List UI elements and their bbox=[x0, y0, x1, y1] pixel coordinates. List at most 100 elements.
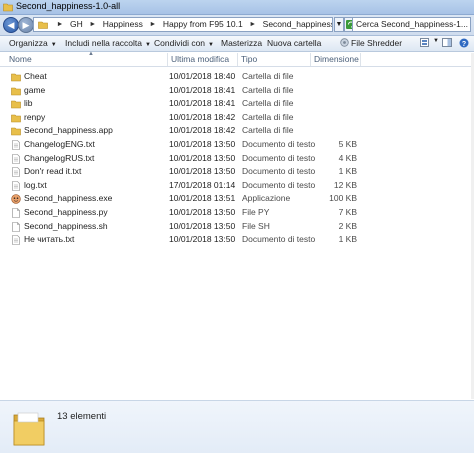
file-size: 12 KB bbox=[333, 179, 357, 190]
chevron-down-icon: ▼ bbox=[145, 42, 151, 48]
file-row[interactable]: Don'r read it.txt 10/01/2018 13:50 Docum… bbox=[0, 165, 474, 179]
breadcrumb-item[interactable]: Second_happiness-1.0-all bbox=[263, 18, 332, 31]
file-row[interactable]: lib 10/01/2018 18:41 Cartella di file bbox=[0, 97, 474, 111]
file-name: Не читать.txt bbox=[24, 234, 75, 245]
folder-icon bbox=[11, 100, 21, 109]
help-icon: ? bbox=[459, 38, 469, 48]
generic-file-icon bbox=[12, 208, 20, 218]
window-title: Second_happiness-1.0-all bbox=[16, 1, 121, 11]
back-button[interactable]: ◀ bbox=[3, 17, 19, 33]
file-row[interactable]: Cheat 10/01/2018 18:40 Cartella di file bbox=[0, 70, 474, 84]
file-date: 10/01/2018 18:42 bbox=[169, 125, 236, 136]
command-bar: Organizza ▼ Includi nella raccolta ▼ Condi… bbox=[0, 36, 474, 52]
file-date: 10/01/2018 18:40 bbox=[169, 71, 236, 81]
file-size: 1 KB bbox=[338, 234, 357, 245]
column-header-size[interactable]: Dimensione bbox=[311, 53, 361, 66]
folder-icon bbox=[13, 412, 45, 446]
file-row[interactable]: Не читать.txt 10/01/2018 13:50 Documento… bbox=[0, 233, 474, 247]
file-name: Second_happiness.py bbox=[24, 207, 108, 217]
file-size: 1 KB bbox=[338, 166, 357, 177]
file-row[interactable]: log.txt 17/01/2018 01:14 Documento di te… bbox=[0, 179, 474, 193]
search-input[interactable]: Cerca Second_happiness-1... bbox=[352, 17, 471, 32]
file-date: 10/01/2018 13:50 bbox=[169, 152, 236, 163]
file-row[interactable]: ChangelogRUS.txt 10/01/2018 13:50 Docume… bbox=[0, 152, 474, 166]
column-header-date-label: Ultima modifica bbox=[171, 54, 230, 64]
text-file-icon bbox=[12, 140, 20, 150]
file-date: 10/01/2018 13:51 bbox=[169, 193, 236, 204]
folder-icon bbox=[38, 21, 48, 29]
view-icon bbox=[420, 38, 429, 47]
forward-button[interactable]: ▶ bbox=[18, 17, 34, 33]
chevron-down-icon: ▼ bbox=[50, 42, 57, 48]
chevron-right-icon[interactable]: ► bbox=[149, 18, 156, 31]
breadcrumb[interactable]: ► GH ► Happiness ► Happy from F95 10.1 ►… bbox=[33, 17, 333, 32]
file-type: Documento di testo bbox=[242, 152, 316, 163]
file-type: Documento di testo bbox=[242, 166, 316, 177]
change-view-button[interactable] bbox=[420, 38, 431, 50]
breadcrumb-item[interactable]: GH bbox=[70, 18, 83, 31]
new-folder-label: Nuova cartella bbox=[267, 38, 322, 48]
burn-button[interactable]: Masterizza bbox=[221, 38, 262, 48]
breadcrumb-item[interactable]: Happiness bbox=[103, 18, 143, 31]
file-name: lib bbox=[24, 98, 33, 109]
file-row[interactable]: Second_happiness.py 10/01/2018 13:50 Fil… bbox=[0, 206, 474, 220]
include-in-library-button[interactable]: Includi nella raccolta ▼ bbox=[65, 38, 151, 48]
column-header-size-label: Dimensione bbox=[314, 54, 359, 64]
folder-icon bbox=[3, 3, 13, 12]
file-size: 7 KB bbox=[338, 207, 357, 217]
folder-icon bbox=[11, 73, 21, 82]
file-date: 10/01/2018 13:50 bbox=[169, 220, 236, 231]
preview-pane-button[interactable] bbox=[442, 38, 452, 50]
view-options-dropdown[interactable]: ▼ bbox=[433, 38, 439, 44]
chevron-right-icon[interactable]: ► bbox=[89, 18, 96, 31]
folder-icon bbox=[11, 87, 21, 95]
shredder-label: File Shredder bbox=[351, 38, 403, 48]
svg-text:?: ? bbox=[462, 41, 466, 48]
text-file-icon bbox=[12, 235, 20, 245]
file-type: Applicazione bbox=[242, 193, 291, 204]
file-size: 2 KB bbox=[338, 220, 357, 231]
file-row[interactable]: Second_happiness.sh 10/01/2018 13:50 Fil… bbox=[0, 220, 474, 234]
file-row[interactable]: renpy 10/01/2018 18:42 Cartella di file bbox=[0, 111, 474, 125]
file-type: File PY bbox=[242, 207, 270, 217]
file-name: log.txt bbox=[24, 179, 47, 190]
file-row[interactable]: Second_happiness.app 10/01/2018 18:42 Ca… bbox=[0, 124, 474, 138]
file-type: Cartella di file bbox=[242, 98, 294, 109]
file-date: 10/01/2018 18:42 bbox=[169, 111, 236, 122]
file-size: 4 KB bbox=[338, 152, 357, 163]
file-type: Cartella di file bbox=[242, 125, 294, 136]
file-date: 10/01/2018 13:50 bbox=[169, 234, 236, 245]
burn-label: Masterizza bbox=[221, 38, 263, 48]
file-row[interactable]: Second_happiness.exe 10/01/2018 13:51 Ap… bbox=[0, 192, 474, 206]
folder-icon bbox=[11, 114, 21, 123]
column-header-name[interactable]: Nome ▲ bbox=[6, 51, 168, 66]
file-name: Second_happiness.exe bbox=[24, 193, 113, 204]
preview-pane-icon bbox=[442, 38, 452, 47]
chevron-down-icon: ▼ bbox=[433, 38, 439, 44]
file-row[interactable]: ChangelogENG.txt 10/01/2018 13:50 Docume… bbox=[0, 138, 474, 152]
breadcrumb-item[interactable]: Happy from F95 10.1 bbox=[163, 18, 243, 31]
column-header-type[interactable]: Tipo bbox=[238, 53, 311, 66]
chevron-right-icon[interactable]: ► bbox=[249, 18, 256, 31]
column-header-type-label: Tipo bbox=[241, 54, 258, 64]
text-file-icon bbox=[12, 153, 20, 164]
share-with-button[interactable]: Condividi con ▼ bbox=[154, 38, 214, 48]
file-name: game bbox=[24, 84, 46, 95]
organize-button[interactable]: Organizza ▼ bbox=[9, 38, 57, 48]
file-type: Documento di testo bbox=[242, 139, 316, 149]
column-header-row: Nome ▲ Ultima modifica Tipo Dimensione bbox=[0, 51, 474, 67]
file-shredder-button[interactable]: File Shredder bbox=[340, 38, 402, 48]
file-name: renpy bbox=[24, 111, 46, 122]
organize-label: Organizza bbox=[9, 38, 48, 48]
file-type: Documento di testo bbox=[242, 234, 316, 245]
file-name: ChangelogENG.txt bbox=[24, 139, 95, 149]
history-dropdown-button[interactable]: ▼ bbox=[334, 17, 344, 32]
column-header-date[interactable]: Ultima modifica bbox=[168, 53, 238, 66]
chevron-right-icon: ► bbox=[56, 21, 64, 28]
file-date: 10/01/2018 13:50 bbox=[169, 139, 236, 149]
file-row[interactable]: game 10/01/2018 18:41 Cartella di file bbox=[0, 84, 474, 98]
help-button[interactable]: ? bbox=[459, 38, 469, 50]
generic-file-icon bbox=[12, 221, 20, 232]
new-folder-button[interactable]: Nuova cartella bbox=[267, 38, 321, 48]
file-date: 10/01/2018 13:50 bbox=[169, 166, 236, 177]
